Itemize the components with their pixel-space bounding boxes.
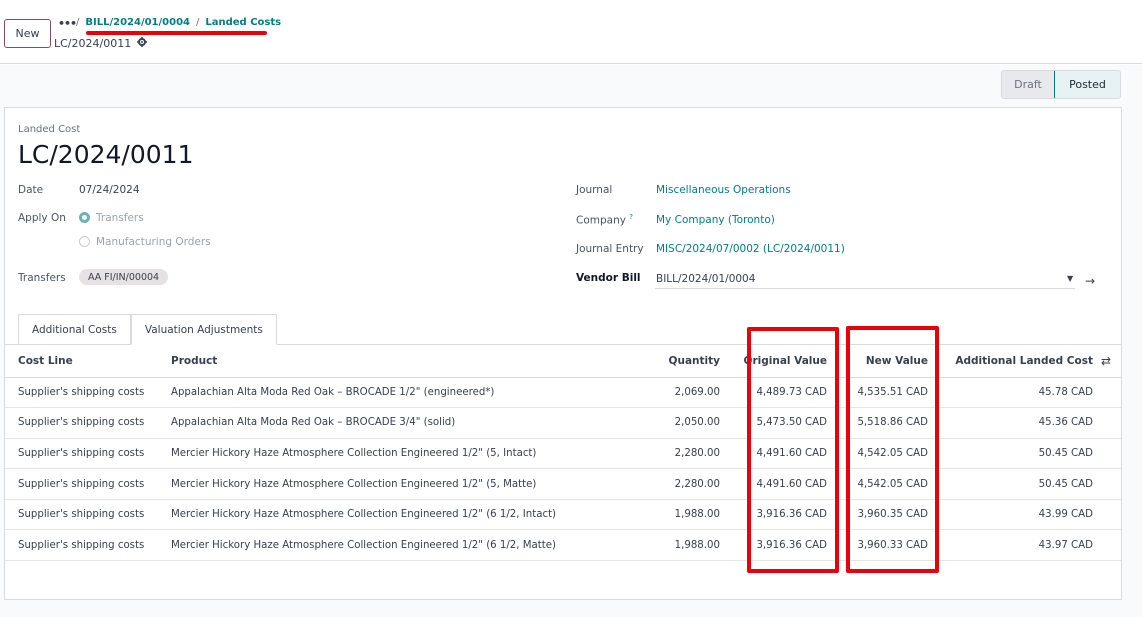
vendor-bill-label: Vendor Bill <box>576 272 641 284</box>
new-button[interactable]: New <box>4 19 51 48</box>
cell-spacer <box>1101 377 1121 409</box>
column-header-additional-landed-cost[interactable]: Additional Landed Cost <box>936 345 1101 378</box>
column-header-quantity[interactable]: Quantity <box>633 345 728 378</box>
cell-cost-line: Supplier's shipping costs <box>5 468 163 500</box>
column-header-cost-line[interactable]: Cost Line <box>5 345 163 378</box>
cell-additional-landed-cost: 45.78 CAD <box>936 377 1101 409</box>
cell-quantity: 2,050.00 <box>633 407 728 439</box>
vendor-bill-value: BILL/2024/01/0004 <box>656 273 756 285</box>
cell-cost-line: Supplier's shipping costs <box>5 499 163 531</box>
cell-cost-line: Supplier's shipping costs <box>5 407 163 439</box>
cell-additional-landed-cost: 43.97 CAD <box>936 529 1101 562</box>
cell-cost-line: Supplier's shipping costs <box>5 438 163 470</box>
radio-manufacturing-orders[interactable] <box>79 236 90 247</box>
breadcrumb-landed-costs[interactable]: Landed Costs <box>205 17 281 28</box>
cell-product: Appalachian Alta Moda Red Oak – BROCADE … <box>163 407 633 439</box>
cell-product: Mercier Hickory Haze Atmosphere Collecti… <box>163 529 633 562</box>
cell-quantity: 2,280.00 <box>633 438 728 470</box>
journal-label: Journal <box>576 184 613 196</box>
cell-spacer <box>1101 407 1121 439</box>
cell-new-value: 4,535.51 CAD <box>835 377 936 409</box>
company-label-text: Company <box>576 214 626 227</box>
cell-new-value: 3,960.35 CAD <box>835 499 936 531</box>
journal-field[interactable]: Miscellaneous Operations <box>656 184 791 196</box>
cell-original-value: 3,916.36 CAD <box>728 499 835 531</box>
breadcrumb-bill[interactable]: BILL/2024/01/0004 <box>85 17 190 28</box>
cell-original-value: 3,916.36 CAD <box>728 529 835 562</box>
cell-product: Appalachian Alta Moda Red Oak – BROCADE … <box>163 377 633 409</box>
table-row[interactable]: Supplier's shipping costs Appalachian Alt… <box>5 377 1121 409</box>
chevron-down-icon[interactable]: ▼ <box>1067 274 1073 283</box>
tab-additional-costs[interactable]: Additional Costs <box>18 314 131 345</box>
status-bar: Draft Posted <box>1001 70 1121 99</box>
record-title: LC/2024/0011 <box>18 140 194 169</box>
valuation-adjustments-table: Cost Line Product Quantity Original Valu… <box>5 345 1121 562</box>
cell-product: Mercier Hickory Haze Atmosphere Collecti… <box>163 468 633 500</box>
notebook-tabs: Additional Costs Valuation Adjustments <box>18 314 277 345</box>
radio-transfers[interactable] <box>79 212 90 223</box>
current-record-name: LC/2024/0011 <box>54 37 148 50</box>
table-row[interactable]: Supplier's shipping costs Mercier Hickory… <box>5 468 1121 500</box>
company-field[interactable]: My Company (Toronto) <box>656 214 775 226</box>
transfer-tag[interactable]: AA FI/IN/00004 <box>79 269 169 285</box>
control-panel: New ••• / BILL/2024/01/0004 / Landed Cos… <box>0 0 1142 64</box>
cell-additional-landed-cost: 43.99 CAD <box>936 499 1101 531</box>
cell-quantity: 2,069.00 <box>633 377 728 409</box>
cell-cost-line: Supplier's shipping costs <box>5 529 163 562</box>
breadcrumb-separator: / <box>76 17 80 28</box>
table-header-row: Cost Line Product Quantity Original Valu… <box>5 345 1121 378</box>
record-name-label: LC/2024/0011 <box>54 37 132 50</box>
transfers-label: Transfers <box>18 272 66 284</box>
arrow-right-icon[interactable]: → <box>1085 274 1095 288</box>
table-row[interactable]: Supplier's shipping costs Mercier Hickory… <box>5 529 1121 562</box>
form-sheet: Landed Cost LC/2024/0011 Date 07/24/2024… <box>4 107 1122 600</box>
cell-quantity: 2,280.00 <box>633 468 728 500</box>
cell-spacer <box>1101 499 1121 531</box>
date-field[interactable]: 07/24/2024 <box>79 184 140 196</box>
cell-original-value: 4,491.60 CAD <box>728 438 835 470</box>
cell-additional-landed-cost: 50.45 CAD <box>936 438 1101 470</box>
cell-spacer <box>1101 529 1121 562</box>
cell-additional-landed-cost: 50.45 CAD <box>936 468 1101 500</box>
journal-entry-field[interactable]: MISC/2024/07/0002 (LC/2024/0011) <box>656 243 845 255</box>
cell-quantity: 1,988.00 <box>633 499 728 531</box>
breadcrumb-separator: / <box>196 17 200 28</box>
column-header-new-value[interactable]: New Value <box>835 345 936 378</box>
company-label: Company ? <box>576 213 633 227</box>
help-icon[interactable]: ? <box>629 213 633 221</box>
breadcrumb-highlight-underline <box>86 31 267 35</box>
table-row[interactable]: Supplier's shipping costs Mercier Hickory… <box>5 438 1121 470</box>
column-header-product[interactable]: Product <box>163 345 633 378</box>
tab-valuation-adjustments[interactable]: Valuation Adjustments <box>130 314 277 345</box>
journal-entry-label: Journal Entry <box>576 243 644 255</box>
optional-columns-icon[interactable]: ⇄ <box>1101 354 1111 368</box>
cell-new-value: 3,960.33 CAD <box>835 529 936 562</box>
table-row[interactable]: Supplier's shipping costs Mercier Hickory… <box>5 499 1121 531</box>
cell-original-value: 5,473.50 CAD <box>728 407 835 439</box>
cell-new-value: 4,542.05 CAD <box>835 468 936 500</box>
cell-original-value: 4,489.73 CAD <box>728 377 835 409</box>
status-posted[interactable]: Posted <box>1054 71 1120 98</box>
cell-spacer <box>1101 468 1121 500</box>
date-label: Date <box>18 184 44 196</box>
cell-product: Mercier Hickory Haze Atmosphere Collecti… <box>163 438 633 470</box>
apply-on-label: Apply On <box>18 212 66 224</box>
cell-additional-landed-cost: 45.36 CAD <box>936 407 1101 439</box>
status-draft[interactable]: Draft <box>1002 71 1054 98</box>
cell-quantity: 1,988.00 <box>633 529 728 562</box>
radio-transfers-label: Transfers <box>96 212 144 224</box>
landed-cost-label: Landed Cost <box>18 124 81 135</box>
radio-manufacturing-orders-label: Manufacturing Orders <box>96 236 211 248</box>
column-header-original-value[interactable]: Original Value <box>728 345 835 378</box>
cell-spacer <box>1101 438 1121 470</box>
actions-menu-button[interactable]: ••• <box>58 17 77 30</box>
cell-original-value: 4,491.60 CAD <box>728 468 835 500</box>
cell-cost-line: Supplier's shipping costs <box>5 377 163 409</box>
cell-new-value: 5,518.86 CAD <box>835 407 936 439</box>
cell-new-value: 4,542.05 CAD <box>835 438 936 470</box>
gear-icon[interactable] <box>137 37 148 50</box>
table-row[interactable]: Supplier's shipping costs Appalachian Alt… <box>5 407 1121 439</box>
breadcrumb: / BILL/2024/01/0004 / Landed Costs <box>76 17 281 28</box>
cell-product: Mercier Hickory Haze Atmosphere Collecti… <box>163 499 633 531</box>
